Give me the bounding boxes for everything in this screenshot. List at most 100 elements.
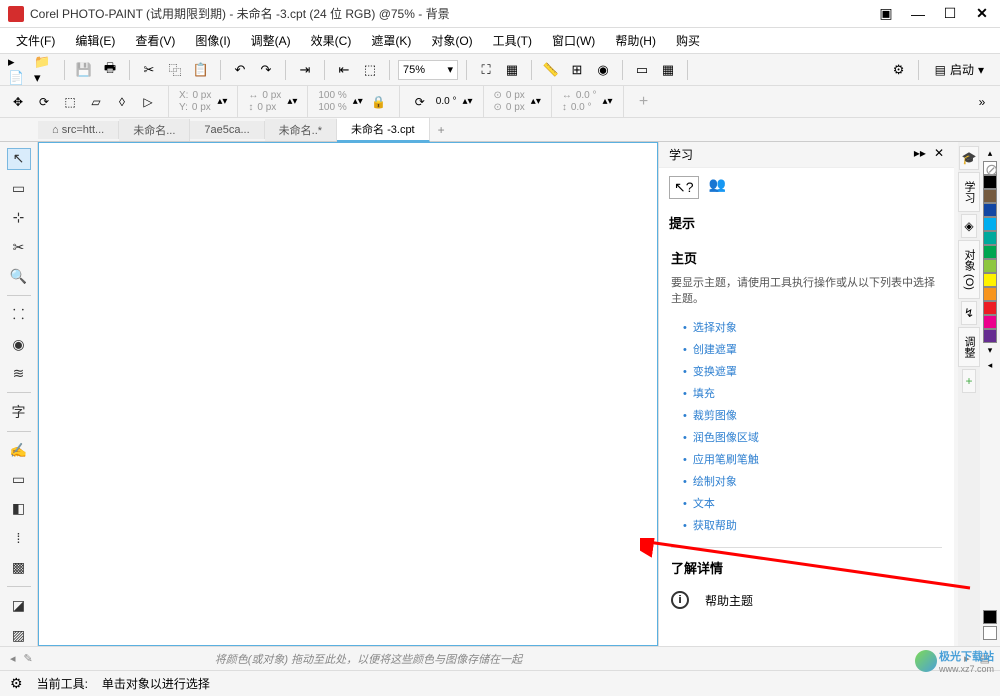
hints-link-4[interactable]: 裁剪图像 bbox=[683, 407, 942, 423]
save-icon[interactable]: 💾 bbox=[73, 59, 95, 81]
tab-doc-0[interactable]: ⌂ src=htt... bbox=[38, 121, 119, 139]
menu-file[interactable]: 文件(F) bbox=[8, 29, 63, 52]
eraser-tool-icon[interactable]: ◧ bbox=[7, 498, 31, 519]
skew-icon[interactable]: ▱ bbox=[86, 92, 106, 112]
scale-icon[interactable]: ⬚ bbox=[60, 92, 80, 112]
community-icon[interactable]: 👥 bbox=[709, 176, 726, 199]
close-panel-icon[interactable]: ✕ bbox=[934, 146, 944, 163]
color-red[interactable] bbox=[983, 301, 997, 315]
docker-add-icon[interactable]: + bbox=[962, 369, 975, 393]
rect-mask-tool-icon[interactable]: ▭ bbox=[7, 178, 31, 199]
menu-edit[interactable]: 编辑(E) bbox=[67, 29, 123, 52]
palette-dropper-icon[interactable]: ✎ bbox=[24, 652, 33, 665]
color-none[interactable]: ⊘ bbox=[983, 161, 997, 175]
docker-tab-objects[interactable]: 对象 (O) bbox=[958, 240, 980, 299]
collapse-icon[interactable]: ▸▸ bbox=[914, 146, 926, 163]
settings-icon[interactable]: ⚙ bbox=[10, 675, 23, 692]
color-yellow[interactable] bbox=[983, 273, 997, 287]
brush-tool-icon[interactable]: ✍ bbox=[7, 439, 31, 460]
hints-link-0[interactable]: 选择对象 bbox=[683, 319, 942, 335]
hints-link-5[interactable]: 润色图像区域 bbox=[683, 429, 942, 445]
redo-icon[interactable]: ↷ bbox=[255, 59, 277, 81]
screenshot-icon[interactable]: ▣ bbox=[876, 5, 896, 22]
rectangle-tool-icon[interactable]: ▭ bbox=[7, 469, 31, 490]
import-icon[interactable]: ⇥ bbox=[294, 59, 316, 81]
zoom-tool-icon[interactable]: 🔍 bbox=[7, 266, 31, 287]
color-orange[interactable] bbox=[983, 287, 997, 301]
pointer-help-icon[interactable]: ↖? bbox=[669, 176, 699, 199]
more-icon[interactable]: » bbox=[972, 92, 992, 112]
color-green[interactable] bbox=[983, 245, 997, 259]
distort-icon[interactable]: ◊ bbox=[112, 92, 132, 112]
foreground-color[interactable] bbox=[983, 610, 997, 624]
clone-tool-icon[interactable]: ⸬ bbox=[7, 304, 31, 325]
export-icon[interactable]: ⇤ bbox=[333, 59, 355, 81]
lock-aspect-icon[interactable]: 🔒 bbox=[369, 92, 389, 112]
color-magenta[interactable] bbox=[983, 315, 997, 329]
color-lime[interactable] bbox=[983, 259, 997, 273]
hints-link-7[interactable]: 绘制对象 bbox=[683, 473, 942, 489]
add-icon[interactable]: + bbox=[634, 92, 654, 112]
color-cyan[interactable] bbox=[983, 217, 997, 231]
tab-add-icon[interactable]: + bbox=[430, 120, 453, 140]
transparency-tool-icon[interactable]: ▨ bbox=[7, 625, 31, 646]
color-brown[interactable] bbox=[983, 189, 997, 203]
fullscreen-icon[interactable]: ⛶ bbox=[475, 59, 497, 81]
text-tool-icon[interactable]: 字 bbox=[7, 401, 31, 422]
open-icon[interactable]: 📁▾ bbox=[34, 59, 56, 81]
print-icon[interactable]: 🖶 bbox=[99, 59, 121, 81]
transform-tool-icon[interactable]: ⊹ bbox=[7, 207, 31, 228]
undo-icon[interactable]: ↶ bbox=[229, 59, 251, 81]
fill-tool-icon[interactable]: ▩ bbox=[7, 557, 31, 578]
tab-doc-1[interactable]: 未命名... bbox=[119, 119, 190, 141]
options-icon[interactable]: ⚙ bbox=[888, 59, 910, 81]
menu-window[interactable]: 窗口(W) bbox=[544, 29, 603, 52]
canvas[interactable] bbox=[38, 142, 658, 646]
hints-link-8[interactable]: 文本 bbox=[683, 495, 942, 511]
menu-object[interactable]: 对象(O) bbox=[423, 29, 480, 52]
close-icon[interactable]: ✕ bbox=[972, 5, 992, 22]
move-icon[interactable]: ✥ bbox=[8, 92, 28, 112]
palette-up-icon[interactable]: ▴ bbox=[988, 146, 993, 161]
tab-doc-4[interactable]: 未命名 -3.cpt bbox=[337, 118, 430, 142]
liquid-tool-icon[interactable]: ≋ bbox=[7, 363, 31, 384]
clip-icon[interactable]: ▦ bbox=[657, 59, 679, 81]
palette-left-icon[interactable]: ◂ bbox=[10, 652, 16, 665]
launch-button[interactable]: ▤ 启动 ▾ bbox=[927, 59, 992, 80]
paste-icon[interactable]: 📋 bbox=[190, 59, 212, 81]
docker-tab-learn-icon[interactable]: 🎓 bbox=[959, 146, 980, 170]
copy-icon[interactable]: ⿻ bbox=[164, 59, 186, 81]
hints-link-1[interactable]: 创建遮罩 bbox=[683, 341, 942, 357]
hints-link-6[interactable]: 应用笔刷笔触 bbox=[683, 451, 942, 467]
docker-tab-learn[interactable]: 学习 bbox=[958, 172, 980, 212]
redeye-tool-icon[interactable]: ◉ bbox=[7, 333, 31, 354]
hints-help-topic[interactable]: i 帮助主题 bbox=[671, 587, 942, 613]
color-teal[interactable] bbox=[983, 231, 997, 245]
grid-icon[interactable]: ▦ bbox=[501, 59, 523, 81]
mask-icon[interactable]: ▭ bbox=[631, 59, 653, 81]
snap-icon[interactable]: ◉ bbox=[592, 59, 614, 81]
menu-image[interactable]: 图像(I) bbox=[187, 29, 238, 52]
pick-tool-icon[interactable]: ↖ bbox=[7, 148, 31, 170]
minimize-icon[interactable]: — bbox=[908, 6, 928, 22]
menu-help[interactable]: 帮助(H) bbox=[607, 29, 664, 52]
color-darkblue[interactable] bbox=[983, 203, 997, 217]
perspective-icon[interactable]: ▷ bbox=[138, 92, 158, 112]
rotation-value[interactable]: 0.0 ° bbox=[436, 96, 457, 107]
menu-mask[interactable]: 遮罩(K) bbox=[363, 29, 419, 52]
menu-adjust[interactable]: 调整(A) bbox=[243, 29, 299, 52]
color-purple[interactable] bbox=[983, 329, 997, 343]
crop-tool-icon[interactable]: ✂ bbox=[7, 236, 31, 257]
palette-down-icon[interactable]: ▾ bbox=[988, 343, 993, 358]
docker-tab-objects-icon[interactable]: ◈ bbox=[961, 214, 976, 238]
hints-link-3[interactable]: 填充 bbox=[683, 385, 942, 401]
background-color[interactable] bbox=[983, 626, 997, 640]
new-icon[interactable]: ▸📄 bbox=[8, 59, 30, 81]
hints-link-2[interactable]: 变换遮罩 bbox=[683, 363, 942, 379]
menu-tools[interactable]: 工具(T) bbox=[485, 29, 540, 52]
shadow-tool-icon[interactable]: ◪ bbox=[7, 595, 31, 616]
maximize-icon[interactable]: ☐ bbox=[940, 5, 960, 22]
rotate-icon[interactable]: ⟳ bbox=[34, 92, 54, 112]
tab-doc-3[interactable]: 未命名..* bbox=[265, 119, 337, 141]
dropper-tool-icon[interactable]: ⁞ bbox=[7, 528, 31, 549]
